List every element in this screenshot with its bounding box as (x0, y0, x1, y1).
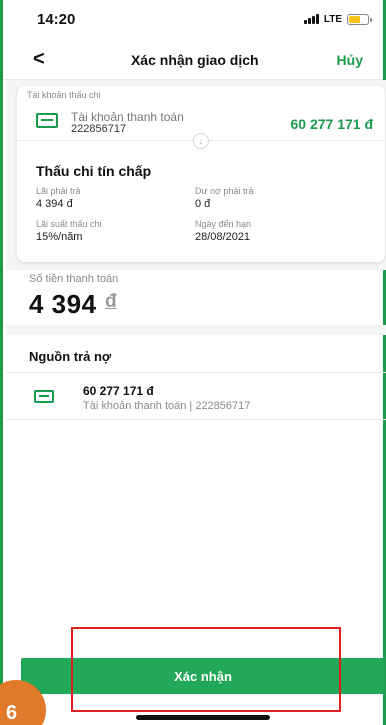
interest-due-label: Lãi phải trả (36, 186, 81, 196)
payment-amount: 4 394 (29, 289, 97, 319)
repayment-source-title: Nguồn trả nợ (29, 349, 112, 364)
overdraft-account-label: Tài khoản thấu chi (27, 90, 101, 100)
account-balance: 60 277 171 đ (290, 116, 373, 132)
account-number: 222856717 (71, 123, 127, 135)
payment-amount-label: Số tiền thanh toán (29, 273, 119, 285)
due-date: Ngày đến hạn 28/08/2021 (195, 219, 251, 243)
page-title: Xác nhận giao dịch (130, 51, 259, 68)
section-divider (6, 325, 386, 335)
outstanding-label: Dư nợ phải trả (195, 186, 254, 196)
back-button[interactable]: < (33, 48, 53, 71)
nav-bar: < Xác nhận giao dịch Hủy (3, 40, 383, 80)
account-card-icon (34, 390, 54, 403)
account-name: Tài khoản thanh toán (71, 110, 184, 124)
confirm-button[interactable]: Xác nhận (21, 658, 385, 694)
interest-rate-label: Lãi suất thấu chi (36, 219, 102, 229)
battery-icon (347, 13, 372, 25)
outstanding-balance: Dư nợ phải trả 0 đ (195, 186, 253, 210)
overdraft-title: Thấu chi tín chấp (36, 163, 152, 179)
repayment-source-detail: Tài khoản thanh toán | 222856717 (83, 400, 251, 412)
interest-due-value: 4 394 đ (36, 198, 73, 210)
status-indicators: LTE (303, 13, 372, 25)
account-card-icon (36, 113, 58, 128)
due-date-label: Ngày đến hạn (195, 219, 252, 229)
signal-icon (303, 14, 319, 24)
arrow-down-icon: ↓ (193, 133, 209, 149)
payment-currency: đ (105, 291, 117, 312)
repayment-source-amount: 60 277 171 đ (83, 384, 154, 398)
status-time: 14:20 (37, 10, 76, 28)
cancel-button[interactable]: Hủy (337, 52, 363, 68)
interest-rate-value: 15%/năm (36, 231, 83, 243)
phone-screen: 14:20 LTE < Xác nhận giao dịch Hủy Tài k… (0, 0, 386, 725)
network-type: LTE (323, 13, 342, 25)
home-indicator (136, 715, 270, 720)
status-bar: 14:20 LTE (3, 0, 383, 38)
overdraft-card: Tài khoản thấu chi Tài khoản thanh toán … (17, 86, 385, 262)
repayment-source-row[interactable]: 60 277 171 đ Tài khoản thanh toán | 2228… (6, 372, 386, 420)
interest-due: Lãi phải trả 4 394 đ (36, 186, 81, 210)
outstanding-value: 0 đ (195, 198, 211, 210)
due-date-value: 28/08/2021 (195, 231, 251, 243)
interest-rate: Lãi suất thấu chi 15%/năm (36, 219, 102, 243)
